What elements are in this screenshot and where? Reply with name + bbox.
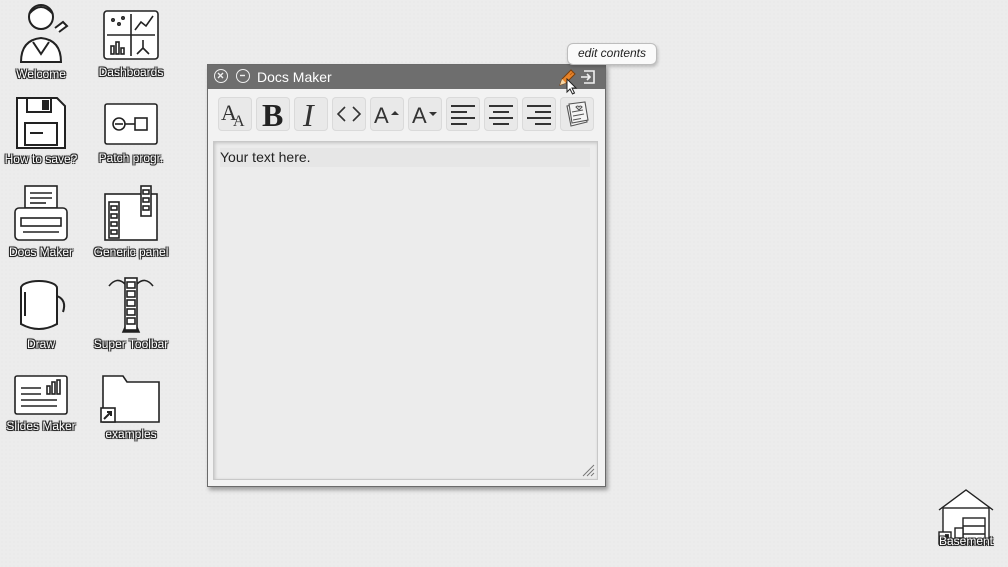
typewriter-icon: [14, 185, 68, 241]
svg-text:B: B: [262, 98, 283, 130]
slides-icon: [14, 375, 68, 415]
editor-text[interactable]: Your text here.: [220, 148, 590, 167]
align-center-icon[interactable]: [484, 97, 518, 131]
align-right-icon[interactable]: [522, 97, 556, 131]
align-left-icon[interactable]: [446, 97, 480, 131]
desktop-icon-basement[interactable]: Basement: [921, 486, 1008, 548]
desktop-icon-how-to-save[interactable]: How to save?: [0, 95, 86, 166]
text-editor[interactable]: Your text here.: [213, 141, 598, 480]
desktop-icon-label: examples: [105, 427, 157, 441]
desktop-icon-super-toolbar[interactable]: Super Toolbar: [86, 274, 176, 351]
desktop-icon-label: Basement: [938, 534, 994, 548]
desktop-icon-label: Dashboards: [98, 65, 164, 79]
svg-text:A: A: [233, 113, 245, 130]
desktop-icon-examples[interactable]: examples: [86, 370, 176, 441]
desktop-icon-label: Super Toolbar: [93, 337, 169, 351]
bold-icon[interactable]: B: [256, 97, 290, 131]
desktop-icon-label: Draw: [26, 337, 55, 351]
window-title: Docs Maker: [257, 69, 332, 85]
desktop-icon-slides-maker[interactable]: Slides Maker: [0, 372, 86, 433]
svg-text:A: A: [412, 103, 427, 128]
close-icon[interactable]: [214, 69, 228, 83]
window-titlebar[interactable]: Docs Maker: [208, 65, 605, 89]
dashboard-icon: [103, 10, 159, 60]
mouse-cursor-icon: [566, 78, 578, 95]
svg-text:I: I: [302, 98, 315, 130]
desktop-icon-patch-progr[interactable]: Patch progr.: [86, 100, 176, 165]
desktop-icon-label: Welcome: [16, 67, 66, 81]
minimize-icon[interactable]: [236, 69, 250, 83]
super-toolbar-icon: [108, 277, 154, 333]
folder-shortcut-icon: [100, 375, 160, 423]
notes-icon[interactable]: [560, 97, 594, 131]
floppy-icon: [16, 97, 66, 149]
exit-icon[interactable]: [579, 68, 597, 91]
desktop-icon-generic-panel[interactable]: Generic panel: [86, 184, 176, 259]
desktop-icon-label: Generic panel: [93, 245, 169, 259]
desktop-icon-docs-maker[interactable]: Docs Maker: [0, 184, 86, 259]
docs-maker-window[interactable]: Docs Maker AA B I A A Your text here.: [207, 64, 606, 487]
person-icon: [19, 4, 69, 63]
font-size-icon[interactable]: AA: [218, 97, 252, 131]
resize-handle-icon[interactable]: [581, 463, 595, 477]
desktop-icon-draw[interactable]: Draw: [0, 276, 86, 351]
paint-bucket-icon: [20, 280, 66, 330]
decrease-font-icon[interactable]: A: [408, 97, 442, 131]
code-icon[interactable]: [332, 97, 366, 131]
increase-font-icon[interactable]: A: [370, 97, 404, 131]
desktop-icon-welcome[interactable]: Welcome: [0, 2, 86, 81]
italic-icon[interactable]: I: [294, 97, 328, 131]
desktop-icon-label: Slides Maker: [6, 419, 76, 433]
desktop-icon-label: Patch progr.: [98, 151, 164, 165]
desktop-icon-dashboards[interactable]: Dashboards: [86, 8, 176, 79]
panel-icon: [104, 185, 158, 241]
edit-contents-tooltip: edit contents: [567, 43, 657, 65]
formatting-toolbar: AA B I A A: [218, 97, 594, 133]
patch-icon: [104, 103, 158, 145]
desktop-icon-label: Docs Maker: [8, 245, 73, 259]
svg-text:A: A: [374, 103, 389, 128]
desktop-icon-label: How to save?: [4, 152, 78, 166]
